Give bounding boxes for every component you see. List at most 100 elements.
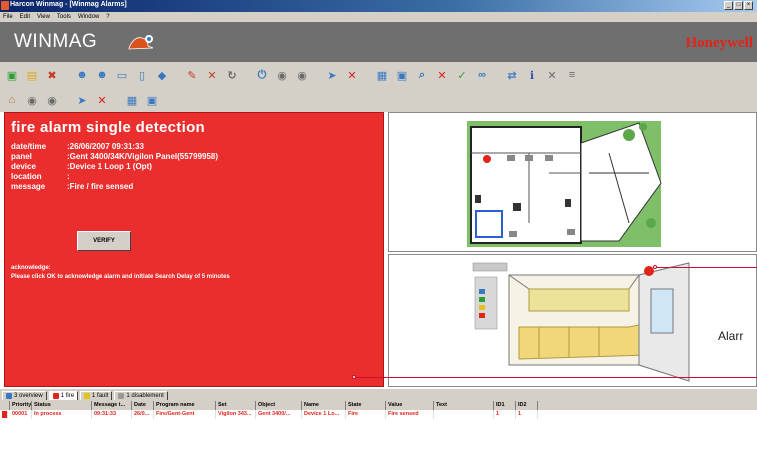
column-header[interactable]: Priority: [10, 401, 32, 410]
event-list-empty-area: [0, 419, 757, 450]
remove-icon[interactable]: ✕: [94, 92, 110, 108]
edit-icon[interactable]: ✎: [184, 67, 200, 83]
table-cell: Fire: [346, 410, 386, 419]
menu-view[interactable]: View: [37, 14, 50, 20]
column-header[interactable]: [0, 401, 10, 410]
user-icon[interactable]: ☻: [74, 67, 90, 83]
tools-icon[interactable]: ✖: [44, 67, 60, 83]
panel-icon[interactable]: ▣: [144, 92, 160, 108]
window-title: Harcon Winmag - [Winmag Alarms]: [10, 1, 127, 8]
monitor-icon[interactable]: ▭: [114, 67, 130, 83]
column-header[interactable]: Object: [256, 401, 302, 410]
power-icon[interactable]: ⏻: [254, 67, 270, 83]
menu-edit[interactable]: Edit: [20, 14, 30, 20]
column-header[interactable]: Message t...: [92, 401, 132, 410]
room-view[interactable]: [388, 254, 757, 387]
column-header[interactable]: Name: [302, 401, 346, 410]
fault-icon: [84, 392, 91, 399]
column-header[interactable]: ID1: [494, 401, 516, 410]
field-value: :Fire / fire sensed: [67, 182, 134, 191]
tab-overview[interactable]: 3 overview: [2, 390, 47, 400]
table-row[interactable]: 00001 In process 09:31:33 26/0... Fire/Gent-…: [0, 410, 757, 419]
window2-icon[interactable]: ▣: [394, 67, 410, 83]
window-titlebar: Harcon Winmag - [Winmag Alarms] _ □ ×: [0, 0, 757, 12]
alarm-field-message: message :Fire / fire sensed: [11, 182, 133, 191]
menu-help[interactable]: ?: [106, 14, 109, 20]
product-logo: WINMAG: [14, 31, 98, 52]
alarm-field-panel: panel :Gent 3400/34K/Vigilon Panel(55799…: [11, 152, 218, 161]
column-header[interactable]: Value: [386, 401, 434, 410]
column-header[interactable]: State: [346, 401, 386, 410]
field-value: :Device 1 Loop 1 (Opt): [67, 162, 152, 171]
table-cell: 26/0...: [132, 410, 154, 419]
alarm-panel: fire alarm single detection date/time :2…: [4, 112, 384, 387]
table-cell: Device 1 Lo...: [302, 410, 346, 419]
table-icon[interactable]: ▦: [124, 92, 140, 108]
tab-label: 3 overview: [14, 392, 43, 399]
refresh-icon[interactable]: ↻: [224, 67, 240, 83]
callout-label: Alarr: [718, 329, 744, 343]
column-header[interactable]: Program name: [154, 401, 216, 410]
folder-icon[interactable]: ▤: [24, 67, 40, 83]
column-header[interactable]: Date: [132, 401, 154, 410]
menu-tools[interactable]: Tools: [57, 14, 71, 20]
tab-disablement[interactable]: 1 disablement: [114, 390, 168, 400]
link-icon[interactable]: ∞: [474, 67, 490, 83]
fire-icon: [52, 392, 59, 399]
window-icon[interactable]: ▯: [134, 67, 150, 83]
info-icon[interactable]: ℹ: [524, 67, 540, 83]
arrow-icon[interactable]: ⇄: [504, 67, 520, 83]
table-cell: 09:31:33: [92, 410, 132, 419]
delete-icon[interactable]: ✕: [434, 67, 450, 83]
forward-icon[interactable]: ➤: [74, 92, 90, 108]
window-controls: _ □ ×: [724, 1, 753, 10]
circle-a-icon[interactable]: ◉: [24, 92, 40, 108]
legend-box: [474, 276, 498, 330]
cancel-icon[interactable]: ✕: [344, 67, 360, 83]
circle-gray-icon[interactable]: ◉: [274, 67, 290, 83]
field-label: message: [11, 182, 46, 191]
list-icon[interactable]: ≡: [564, 67, 580, 83]
table-cell: 1: [516, 410, 538, 419]
menu-window[interactable]: Window: [78, 14, 99, 20]
close-button[interactable]: ×: [744, 1, 753, 10]
check-icon[interactable]: ✓: [454, 67, 470, 83]
alarm-detector-marker[interactable]: [483, 155, 491, 163]
column-header[interactable]: Status: [32, 401, 92, 410]
column-header[interactable]: ID2: [516, 401, 538, 410]
alarm-title: fire alarm single detection: [11, 119, 205, 136]
table-cell: 1: [494, 410, 516, 419]
table-cell: Gent 3400/...: [256, 410, 302, 419]
tools-cross-icon[interactable]: ✕: [204, 67, 220, 83]
table-cell: Fire sensed: [386, 410, 434, 419]
alarm-field-datetime: date/time :26/06/2007 09:31:33: [11, 142, 144, 151]
tag-icon[interactable]: ◆: [154, 67, 170, 83]
search-icon[interactable]: ⌕: [414, 67, 430, 83]
close-x-icon[interactable]: ✕: [544, 67, 560, 83]
menu-file[interactable]: File: [3, 14, 13, 20]
column-header[interactable]: Set: [216, 401, 256, 410]
field-label: location: [11, 172, 42, 181]
grid-icon[interactable]: ▦: [374, 67, 390, 83]
building-outline: [470, 126, 582, 244]
secondary-toolbar: ⌂ ◉ ◉ ➤ ✕ ▦ ▣: [0, 88, 757, 112]
tab-label: 1 fire: [60, 392, 75, 399]
floor-plan-drawing: [467, 121, 662, 247]
tab-fire[interactable]: 1 fire: [48, 390, 79, 400]
maximize-button[interactable]: □: [734, 1, 743, 10]
minimize-button[interactable]: _: [724, 1, 733, 10]
table-cell: [434, 410, 494, 419]
floor-plan-overview[interactable]: [388, 112, 757, 252]
event-list-header: Priority Status Message t... Date Program na…: [0, 401, 757, 410]
tab-fault[interactable]: 1 fault: [80, 390, 113, 400]
verify-button[interactable]: VERIFY: [77, 231, 131, 251]
disablement-icon: [118, 392, 125, 399]
app-icon: [1, 1, 9, 10]
green-square-icon[interactable]: ▣: [4, 67, 20, 83]
column-header[interactable]: Text: [434, 401, 494, 410]
circle-b-icon[interactable]: ◉: [44, 92, 60, 108]
users-icon[interactable]: ☻: [94, 67, 110, 83]
circle-gray2-icon[interactable]: ◉: [294, 67, 310, 83]
send-icon[interactable]: ➤: [324, 67, 340, 83]
building-icon[interactable]: ⌂: [4, 92, 20, 108]
